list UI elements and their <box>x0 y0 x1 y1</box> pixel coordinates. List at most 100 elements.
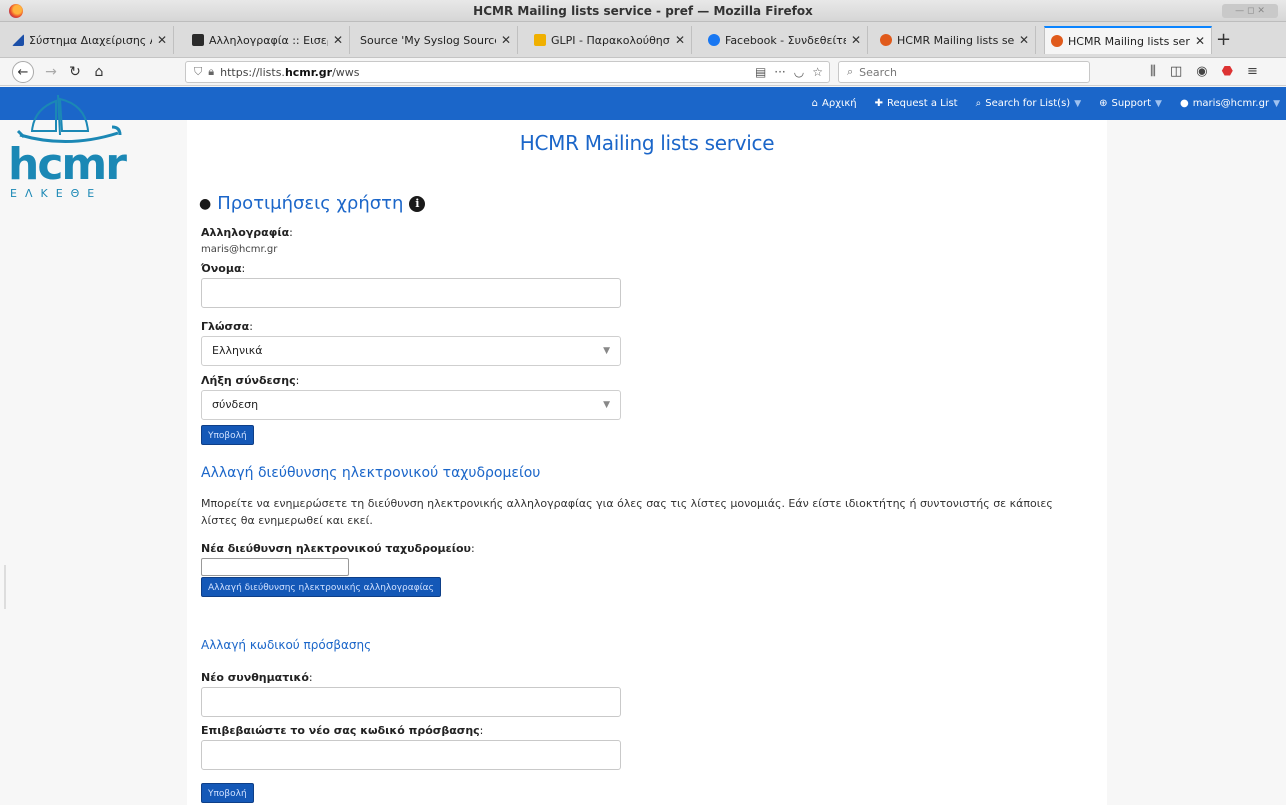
logo-wordmark: hcmr <box>8 139 127 190</box>
chevron-down-icon: ▼ <box>603 346 610 356</box>
close-tab-icon[interactable]: ✕ <box>851 33 861 47</box>
close-tab-icon[interactable]: ✕ <box>501 33 511 47</box>
mail-favicon-icon <box>192 34 204 46</box>
url-bar[interactable]: ⛉ 🔒︎ https://lists.hcmr.gr/wws ▤ ··· ◡ ☆ <box>185 61 830 83</box>
tab-label: Source 'My Syslog Source' :: Adis <box>360 33 496 47</box>
sympa-favicon-icon <box>1051 35 1063 47</box>
forward-arrow-icon[interactable]: → <box>42 62 60 82</box>
plus-icon: ✚ <box>874 98 884 109</box>
nav-request-label: Request a List <box>887 98 958 109</box>
lifebuoy-icon: ⊕ <box>1099 98 1108 109</box>
chevron-down-icon: ▼ <box>1155 98 1162 109</box>
nav-home[interactable]: ⌂ Αρχική <box>812 98 857 109</box>
library-icon[interactable]: ⫼ <box>1150 64 1156 79</box>
tab-label: Facebook - Συνδεθείτε ή δημ <box>725 33 846 47</box>
new-password-input[interactable] <box>201 687 621 717</box>
tab-syslog[interactable]: Source 'My Syslog Source' :: Adis ✕ <box>354 26 518 54</box>
new-password-label: Νέο συνθηματικό: <box>201 671 313 684</box>
close-tab-icon[interactable]: ✕ <box>1195 34 1205 48</box>
tab-label: HCMR Mailing lists service - p <box>897 33 1014 47</box>
email-label: Αλληλογραφία: <box>201 226 293 239</box>
page-viewport: ⌂ Αρχική ✚ Request a List ⌕ Search for List… <box>0 87 1286 805</box>
session-select[interactable]: σύνδεση ▼ <box>201 390 621 420</box>
search-bar[interactable]: ⌕ Search <box>838 61 1090 83</box>
scroll-marker <box>4 565 6 609</box>
menu-icon[interactable]: ≡ <box>1247 64 1258 79</box>
confirm-password-label: Επιβεβαιώστε το νέο σας κωδικό πρόσβασης… <box>201 724 484 737</box>
reader-view-icon[interactable]: ▤ <box>755 65 766 79</box>
confirm-password-input[interactable] <box>201 740 621 770</box>
language-select[interactable]: Ελληνικά ▼ <box>201 336 621 366</box>
site-title: HCMR Mailing lists service <box>519 131 775 155</box>
back-arrow-icon[interactable]: ← <box>12 61 34 83</box>
nav-support[interactable]: ⊕ Support ▼ <box>1099 98 1162 109</box>
search-icon: ⌕ <box>975 98 982 109</box>
url-text: https://lists.hcmr.gr/wws <box>220 65 360 79</box>
user-icon: ● <box>199 195 212 212</box>
tab-label: GLPI - Παρακολούθηση αιτήμ <box>551 33 670 47</box>
adblock-icon[interactable]: ⬣ <box>1222 64 1233 79</box>
tab-label: HCMR Mailing lists service - p <box>1068 34 1190 48</box>
language-selected: Ελληνικά <box>212 344 263 357</box>
search-placeholder: Search <box>859 65 897 79</box>
home-icon[interactable]: ⌂ <box>90 62 108 82</box>
window-title: HCMR Mailing lists service - pref — Mozi… <box>473 4 813 18</box>
tab-hcmr-1[interactable]: HCMR Mailing lists service - p ✕ <box>874 26 1036 54</box>
chevron-down-icon: ▼ <box>1273 98 1280 109</box>
tab-hcmr-active[interactable]: HCMR Mailing lists service - p ✕ <box>1044 26 1212 54</box>
sidebar-icon[interactable]: ◫ <box>1170 64 1182 79</box>
session-selected: σύνδεση <box>212 398 259 411</box>
window-controls[interactable]: — ◻ ✕ <box>1222 4 1278 18</box>
reload-icon[interactable]: ↻ <box>66 62 84 82</box>
language-label: Γλώσσα: <box>201 320 253 333</box>
close-tab-icon[interactable]: ✕ <box>1019 33 1029 47</box>
tab-label: Σύστημα Διαχείρισης Ανθρώ <box>29 33 152 47</box>
lock-icon[interactable]: 🔒︎ <box>208 65 214 79</box>
tab-label: Αλληλογραφία :: Εισερχόμενα <box>209 33 328 47</box>
nav-user-label: maris@hcmr.gr <box>1192 98 1270 109</box>
preferences-heading: ● Προτιμήσεις χρήστη i <box>199 193 426 214</box>
name-input[interactable] <box>201 278 621 308</box>
tab-facebook[interactable]: Facebook - Συνδεθείτε ή δημ ✕ <box>702 26 868 54</box>
chevron-down-icon: ▼ <box>603 400 610 410</box>
info-icon[interactable]: i <box>409 195 426 212</box>
close-tab-icon[interactable]: ✕ <box>675 33 685 47</box>
session-label: Λήξη σύνδεσης: <box>201 374 300 387</box>
new-email-input[interactable] <box>201 558 349 576</box>
tab-mail[interactable]: Αλληλογραφία :: Εισερχόμενα ✕ <box>186 26 350 54</box>
sympa-favicon-icon <box>880 34 892 46</box>
email-value: maris@hcmr.gr <box>201 244 278 255</box>
glpi-favicon-icon <box>534 34 546 46</box>
close-tab-icon[interactable]: ✕ <box>157 33 167 47</box>
new-tab-icon[interactable]: + <box>1216 31 1231 49</box>
password-submit-button[interactable]: Υποβολή <box>201 783 254 803</box>
nav-search-label: Search for List(s) <box>985 98 1071 109</box>
prefs-submit-button[interactable]: Υποβολή <box>201 425 254 445</box>
user-icon: ● <box>1179 98 1189 109</box>
change-email-button[interactable]: Αλλαγή διεύθυνσης ηλεκτρονικής αλληλογρα… <box>201 577 441 597</box>
more-actions-icon[interactable]: ··· <box>774 65 785 79</box>
preferences-title: Προτιμήσεις χρήστη <box>217 193 404 214</box>
window-titlebar: HCMR Mailing lists service - pref — Mozi… <box>0 0 1286 22</box>
logo-subtitle: ΕΛΚΕΘΕ <box>10 187 103 200</box>
tab-bar: Σύστημα Διαχείρισης Ανθρώ ✕ Αλληλογραφία… <box>0 22 1286 58</box>
bookmark-star-icon[interactable]: ☆ <box>812 65 823 79</box>
nav-home-label: Αρχική <box>822 98 857 109</box>
extension-icon[interactable]: ◉ <box>1196 64 1207 79</box>
change-email-heading: Αλλαγή διεύθυνσης ηλεκτρονικού ταχυδρομε… <box>201 465 541 481</box>
close-tab-icon[interactable]: ✕ <box>333 33 343 47</box>
home-icon: ⌂ <box>811 98 819 109</box>
main-content: HCMR Mailing lists service ● Προτιμήσεις… <box>187 120 1107 805</box>
hcmr-logo[interactable]: hcmr ΕΛΚΕΘΕ <box>8 91 132 200</box>
facebook-favicon-icon <box>708 34 720 46</box>
change-password-heading: Αλλαγή κωδικού πρόσβασης <box>201 638 372 652</box>
name-label: Όνομα: <box>201 262 246 275</box>
shield-icon[interactable]: ⛉ <box>194 65 202 79</box>
nav-user[interactable]: ● maris@hcmr.gr ▼ <box>1180 98 1280 109</box>
tab-glpi[interactable]: GLPI - Παρακολούθηση αιτήμ ✕ <box>528 26 692 54</box>
tab-hr-system[interactable]: Σύστημα Διαχείρισης Ανθρώ ✕ <box>6 26 174 54</box>
pocket-icon[interactable]: ◡ <box>794 65 804 79</box>
nav-search-lists[interactable]: ⌕ Search for List(s) ▼ <box>976 98 1082 109</box>
nav-request-list[interactable]: ✚ Request a List <box>875 98 958 109</box>
nav-bar: ← → ↻ ⌂ ⛉ 🔒︎ https://lists.hcmr.gr/wws ▤… <box>0 58 1286 86</box>
